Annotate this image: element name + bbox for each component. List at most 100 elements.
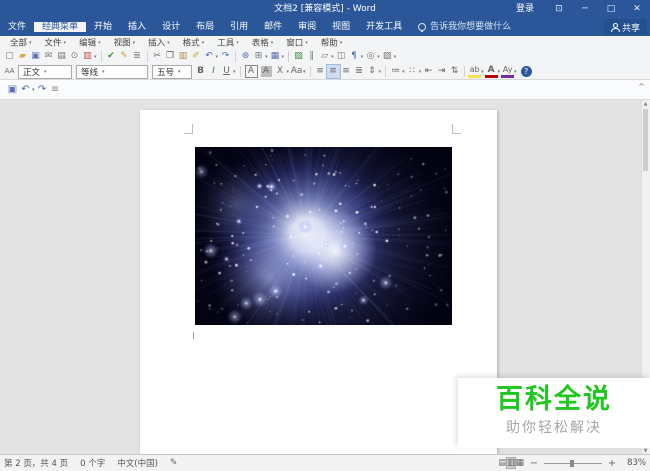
align-center-icon[interactable]: ≡ — [325, 64, 341, 79]
menu-window[interactable]: 窗口 ▾ — [280, 36, 315, 51]
zoom-slider-thumb[interactable] — [570, 459, 574, 467]
menu-help[interactable]: 帮助 ▾ — [315, 36, 350, 51]
print-preview-icon[interactable]: ⊙ — [68, 50, 81, 63]
qat-redo-icon[interactable]: ↷ — [36, 83, 49, 96]
spelling-icon[interactable]: ✔ — [105, 50, 118, 63]
styles-icon[interactable]: AA — [3, 65, 16, 78]
line-spacing-icon[interactable]: ⇕ — [366, 65, 379, 78]
qat-save-icon[interactable]: ▣ — [6, 83, 19, 96]
character-scale-icon[interactable]: X — [274, 65, 287, 78]
menu-tools[interactable]: 工具 ▾ — [211, 36, 246, 51]
underline-icon-dropdown[interactable]: ▾ — [233, 69, 236, 75]
ink-icon[interactable]: ✎ — [118, 50, 131, 63]
tab-file[interactable]: 文件 — [0, 22, 34, 32]
read-mode-icon[interactable]: ▤ — [498, 458, 507, 468]
redo-icon[interactable]: ↷ — [219, 50, 232, 63]
char-effects-icon-dropdown[interactable]: ▾ — [514, 69, 517, 75]
character-scale-icon-dropdown[interactable]: ▾ — [287, 69, 290, 75]
chart-icon-dropdown[interactable]: ▾ — [394, 54, 397, 60]
tab-references[interactable]: 引用 — [222, 22, 256, 32]
menu-insert[interactable]: 插入 ▾ — [142, 36, 177, 51]
columns-icon[interactable]: ‖ — [305, 50, 318, 63]
ribbon-display-options-icon[interactable]: ⊡ — [546, 0, 572, 18]
tables-borders-icon-dropdown[interactable]: ▾ — [265, 54, 268, 60]
chevron-down-icon[interactable]: ▾ — [44, 69, 47, 75]
paste-icon[interactable]: ▥ — [177, 50, 190, 63]
font-combo[interactable]: 等线 ▾ — [76, 64, 148, 79]
insert-table-icon-dropdown[interactable]: ▾ — [282, 54, 285, 60]
style-combo[interactable]: 正文 ▾ — [18, 64, 72, 79]
research-icon[interactable]: ≣ — [131, 50, 144, 63]
highlight-color-icon-dropdown[interactable]: ▾ — [481, 69, 484, 75]
font-color-icon-dropdown[interactable]: ▾ — [498, 69, 501, 75]
mail-icon[interactable]: ✉ — [42, 50, 55, 63]
maximize-button[interactable]: □ — [598, 0, 624, 18]
pdf-export-icon-dropdown[interactable]: ▾ — [94, 54, 97, 60]
align-right-icon[interactable]: ≡ — [340, 65, 353, 78]
format-painter-icon[interactable]: ✐ — [190, 50, 203, 63]
bold-icon[interactable]: B — [194, 65, 207, 78]
language-indicator[interactable]: 中文(中国) — [117, 457, 158, 469]
tab-classic-menu[interactable]: 经典菜单 — [34, 22, 87, 32]
show-marks-icon[interactable]: ¶ — [348, 50, 361, 63]
drawing-icon-dropdown[interactable]: ▾ — [331, 54, 334, 60]
close-button[interactable]: ✕ — [624, 0, 650, 18]
increase-indent-icon[interactable]: ⇥ — [435, 65, 448, 78]
tab-review[interactable]: 审阅 — [290, 22, 324, 32]
document-page[interactable] — [140, 110, 497, 455]
char-effects-icon[interactable]: Ay — [501, 65, 515, 78]
save-icon[interactable]: ▣ — [29, 50, 42, 63]
document-map-icon[interactable]: ◫ — [335, 50, 348, 63]
menu-all[interactable]: 全部 ▾ — [4, 36, 39, 51]
bullets-icon[interactable]: ∷ — [406, 65, 419, 78]
font-size-combo[interactable]: 五号 ▾ — [152, 64, 192, 79]
decrease-indent-icon[interactable]: ⇤ — [422, 65, 435, 78]
scroll-up-icon[interactable]: ▲ — [642, 100, 649, 108]
undo-icon-dropdown[interactable]: ▾ — [216, 54, 219, 60]
share-button[interactable]: 共享 — [603, 19, 647, 35]
sort-icon[interactable]: ⇅ — [448, 65, 461, 78]
proofing-status-icon[interactable]: ✎ — [170, 458, 178, 468]
tab-home[interactable]: 开始 — [86, 22, 120, 32]
numbering-icon-dropdown[interactable]: ▾ — [402, 69, 405, 75]
insert-excel-icon[interactable]: ▧ — [292, 50, 305, 63]
insert-table-icon[interactable]: ▦ — [269, 50, 282, 63]
zoom-icon-dropdown[interactable]: ▾ — [377, 54, 380, 60]
menu-file[interactable]: 文件 ▾ — [39, 36, 74, 51]
tab-layout[interactable]: 布局 — [188, 22, 222, 32]
menu-table[interactable]: 表格 ▾ — [246, 36, 281, 51]
pdf-export-icon[interactable]: ▥ — [81, 50, 94, 63]
character-shading-icon[interactable]: A — [260, 66, 272, 77]
tables-borders-icon[interactable]: ⊞ — [252, 50, 265, 63]
word-count[interactable]: 0 个字 — [80, 457, 105, 469]
galaxy-starburst-image[interactable] — [195, 147, 452, 325]
collapse-ribbon-icon[interactable]: ^ — [638, 82, 645, 91]
font-color-icon[interactable]: A — [484, 65, 498, 78]
hyperlink-icon[interactable]: ⊛ — [239, 50, 252, 63]
sign-in-button[interactable]: 登录 — [504, 0, 546, 18]
qat-undo-icon-dropdown[interactable]: ▾ — [32, 87, 35, 93]
open-icon[interactable]: ▰ — [16, 50, 29, 63]
menu-view[interactable]: 视图 ▾ — [108, 36, 143, 51]
zoom-out-button[interactable]: − — [529, 458, 539, 469]
chevron-down-icon[interactable]: ▾ — [102, 69, 105, 75]
underline-icon[interactable]: U — [220, 65, 233, 78]
change-case-icon-dropdown[interactable]: ▾ — [303, 69, 306, 75]
italic-icon[interactable]: I — [207, 65, 220, 78]
zoom-slider[interactable] — [544, 459, 602, 467]
customize-quick-access-icon[interactable]: ≡ — [49, 83, 62, 96]
tab-mailings[interactable]: 邮件 — [256, 22, 290, 32]
tell-me-box[interactable]: 告诉我你想要做什么 — [410, 18, 519, 36]
line-spacing-icon-dropdown[interactable]: ▾ — [379, 69, 382, 75]
menu-edit[interactable]: 编辑 ▾ — [73, 36, 108, 51]
show-marks-icon-dropdown[interactable]: ▾ — [361, 54, 364, 60]
copy-icon[interactable]: ❐ — [164, 50, 177, 63]
character-border-icon[interactable]: A — [244, 65, 258, 78]
tab-view[interactable]: 视图 — [324, 22, 358, 32]
chevron-down-icon[interactable]: ▾ — [178, 69, 181, 75]
bullets-icon-dropdown[interactable]: ▾ — [419, 69, 422, 75]
highlight-color-icon[interactable]: ab — [468, 65, 482, 78]
print-icon[interactable]: ▤ — [55, 50, 68, 63]
undo-icon[interactable]: ↶ — [203, 50, 216, 63]
align-left-icon[interactable]: ≡ — [314, 65, 327, 78]
